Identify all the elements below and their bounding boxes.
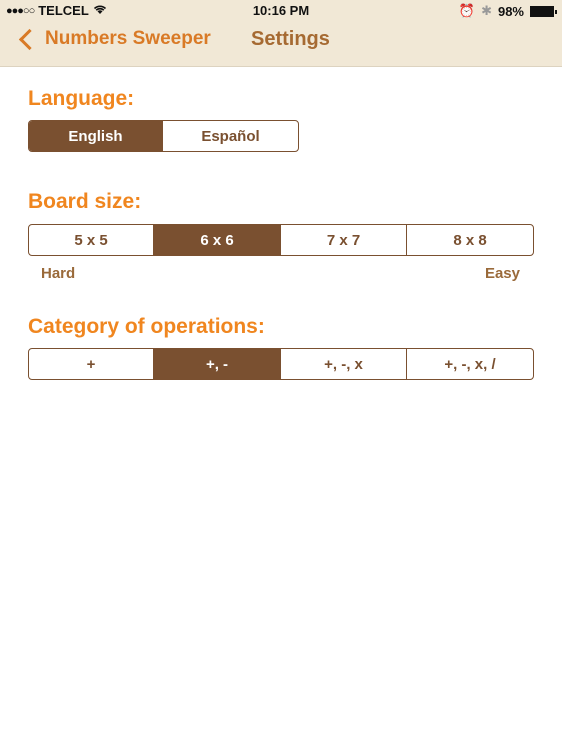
language-option-english[interactable]: English	[29, 121, 163, 151]
language-title: Language:	[28, 87, 135, 110]
board-size-segmented-control: 5 x 5 6 x 6 7 x 7 8 x 8	[28, 224, 534, 256]
operations-option-add[interactable]: +	[29, 349, 154, 379]
board-size-option-6x6[interactable]: 6 x 6	[154, 225, 281, 255]
language-option-espanol[interactable]: Español	[163, 121, 298, 151]
hint-easy: Easy	[484, 265, 520, 282]
board-size-option-8x8[interactable]: 8 x 8	[407, 225, 533, 255]
board-size-option-7x7[interactable]: 7 x 7	[281, 225, 407, 255]
battery-percent: 98%	[497, 3, 524, 19]
operations-option-all[interactable]: +, -, x, /	[407, 349, 533, 379]
operations-segmented-control: + +, - +, -, x +, -, x, /	[28, 348, 534, 380]
bluetooth-icon: ✱	[481, 3, 492, 18]
status-bar: ●●●○○ TELCEL 10:16 PM ⏰ ✱ 98%	[0, 0, 562, 22]
alarm-icon: ⏰	[458, 3, 476, 18]
navigation-bar: Numbers Sweeper Settings	[0, 26, 562, 60]
operations-option-add-sub[interactable]: +, -	[154, 349, 281, 379]
hint-hard: Hard	[41, 265, 76, 282]
board-size-title: Board size:	[28, 190, 142, 213]
chevron-left-icon	[18, 28, 41, 50]
page-title: Settings	[251, 28, 330, 50]
operations-option-add-sub-mul[interactable]: +, -, x	[281, 349, 407, 379]
top-bar: ●●●○○ TELCEL 10:16 PM ⏰ ✱ 98% Numbers Sw…	[0, 0, 562, 67]
operations-title: Category of operations:	[28, 315, 265, 338]
back-button[interactable]: Numbers Sweeper	[14, 28, 211, 50]
battery-icon	[530, 5, 557, 17]
board-size-option-5x5[interactable]: 5 x 5	[29, 225, 154, 255]
back-label: Numbers Sweeper	[45, 28, 211, 49]
language-segmented-control: English Español	[28, 120, 299, 152]
